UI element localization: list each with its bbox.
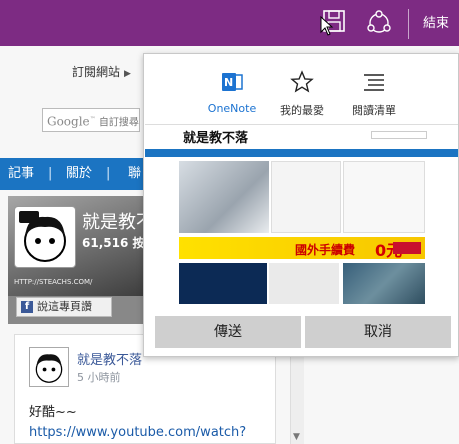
preview-site-logo: 就是教不落	[183, 131, 249, 146]
scrollbar[interactable]: ▼	[290, 346, 304, 444]
nav-separator: |	[48, 166, 53, 181]
post-time[interactable]: 5 小時前	[77, 369, 121, 385]
onenote-icon: N	[222, 73, 243, 91]
share-target-label: OneNote	[207, 102, 257, 115]
mouse-pointer-icon	[320, 16, 334, 36]
avatar-cartoon-icon	[35, 354, 63, 383]
preview-search	[371, 131, 427, 139]
send-button[interactable]: 傳送	[155, 316, 301, 348]
facebook-page-widget: 就是教不落 61,516 按讚 HTTP://STEACHS.COM/ f 說這…	[8, 196, 150, 324]
share-target-favorites[interactable]: 我的最愛	[262, 66, 342, 120]
share-target-reading-list[interactable]: 閱讀清單	[334, 66, 414, 120]
preview-image	[343, 263, 425, 304]
star-icon	[290, 70, 314, 93]
search-placeholder: 自訂搜尋	[98, 117, 139, 129]
page-preview-thumbnail: 就是教不落 國外手續費 0元	[145, 124, 458, 304]
preview-image	[269, 263, 339, 304]
preview-nav	[145, 149, 458, 157]
preview-image	[179, 161, 269, 233]
nav-item-contact[interactable]: 聯	[128, 158, 141, 190]
end-button[interactable]: 結束	[416, 14, 456, 34]
share-icon	[367, 10, 391, 33]
widget-url: HTTP://STEACHS.COM/	[14, 278, 93, 286]
widget-like-count: 61,516 按讚	[82, 236, 150, 250]
preview-ad-button	[393, 242, 421, 254]
preview-image	[271, 161, 341, 233]
reading-list-icon	[364, 74, 384, 91]
widget-page-name[interactable]: 就是教不落	[82, 208, 150, 234]
share-target-label: 我的最愛	[280, 104, 324, 117]
avatar-cartoon-icon	[19, 211, 66, 262]
nav-item-about[interactable]: 關於	[66, 158, 92, 190]
post-text: 好酷~~	[29, 405, 77, 420]
preview-image	[179, 263, 267, 304]
preview-ad-banner: 國外手續費 0元	[179, 237, 425, 260]
custom-search-input[interactable]: Google™ 自訂搜尋	[42, 108, 140, 132]
app-toolbar: 結束	[0, 0, 459, 46]
nav-item-posts[interactable]: 記事	[8, 158, 34, 190]
cancel-button[interactable]: 取消	[305, 316, 451, 348]
share-target-onenote[interactable]: N OneNote	[192, 66, 272, 120]
scroll-down-icon[interactable]: ▼	[293, 432, 300, 442]
share-target-label: 閱讀清單	[352, 104, 396, 117]
toolbar-divider	[408, 9, 409, 39]
post-avatar[interactable]	[29, 347, 69, 387]
search-brand: Google	[47, 114, 90, 129]
share-targets: N OneNote 我的最愛 閱讀清單	[144, 54, 459, 120]
triangle-right-icon: ▶	[124, 69, 131, 79]
subscribe-label: 訂閱網站	[72, 65, 121, 79]
post-author[interactable]: 就是教不落	[77, 349, 142, 368]
preview-image	[343, 161, 425, 233]
post-link[interactable]: https://www.youtube.com/watch?	[29, 425, 246, 440]
site-nav: 記事 | 關於 | 聯	[0, 158, 150, 190]
page-avatar	[14, 206, 76, 268]
subscribe-link[interactable]: 訂閱網站 ▶	[72, 63, 131, 80]
preview-ad-text: 國外手續費	[295, 243, 356, 257]
like-page-button[interactable]: f 說這專頁讚	[16, 297, 112, 317]
nav-separator: |	[106, 166, 111, 181]
share-flyout: N OneNote 我的最愛 閱讀清單 就是教不落 國外手續費 0元 傳送 取消	[143, 53, 459, 357]
svg-text:N: N	[224, 76, 233, 89]
facebook-icon: f	[21, 301, 33, 313]
preview-header: 就是教不落	[145, 125, 458, 149]
like-page-label: 說這專頁讚	[37, 300, 92, 313]
share-button[interactable]	[364, 8, 394, 38]
